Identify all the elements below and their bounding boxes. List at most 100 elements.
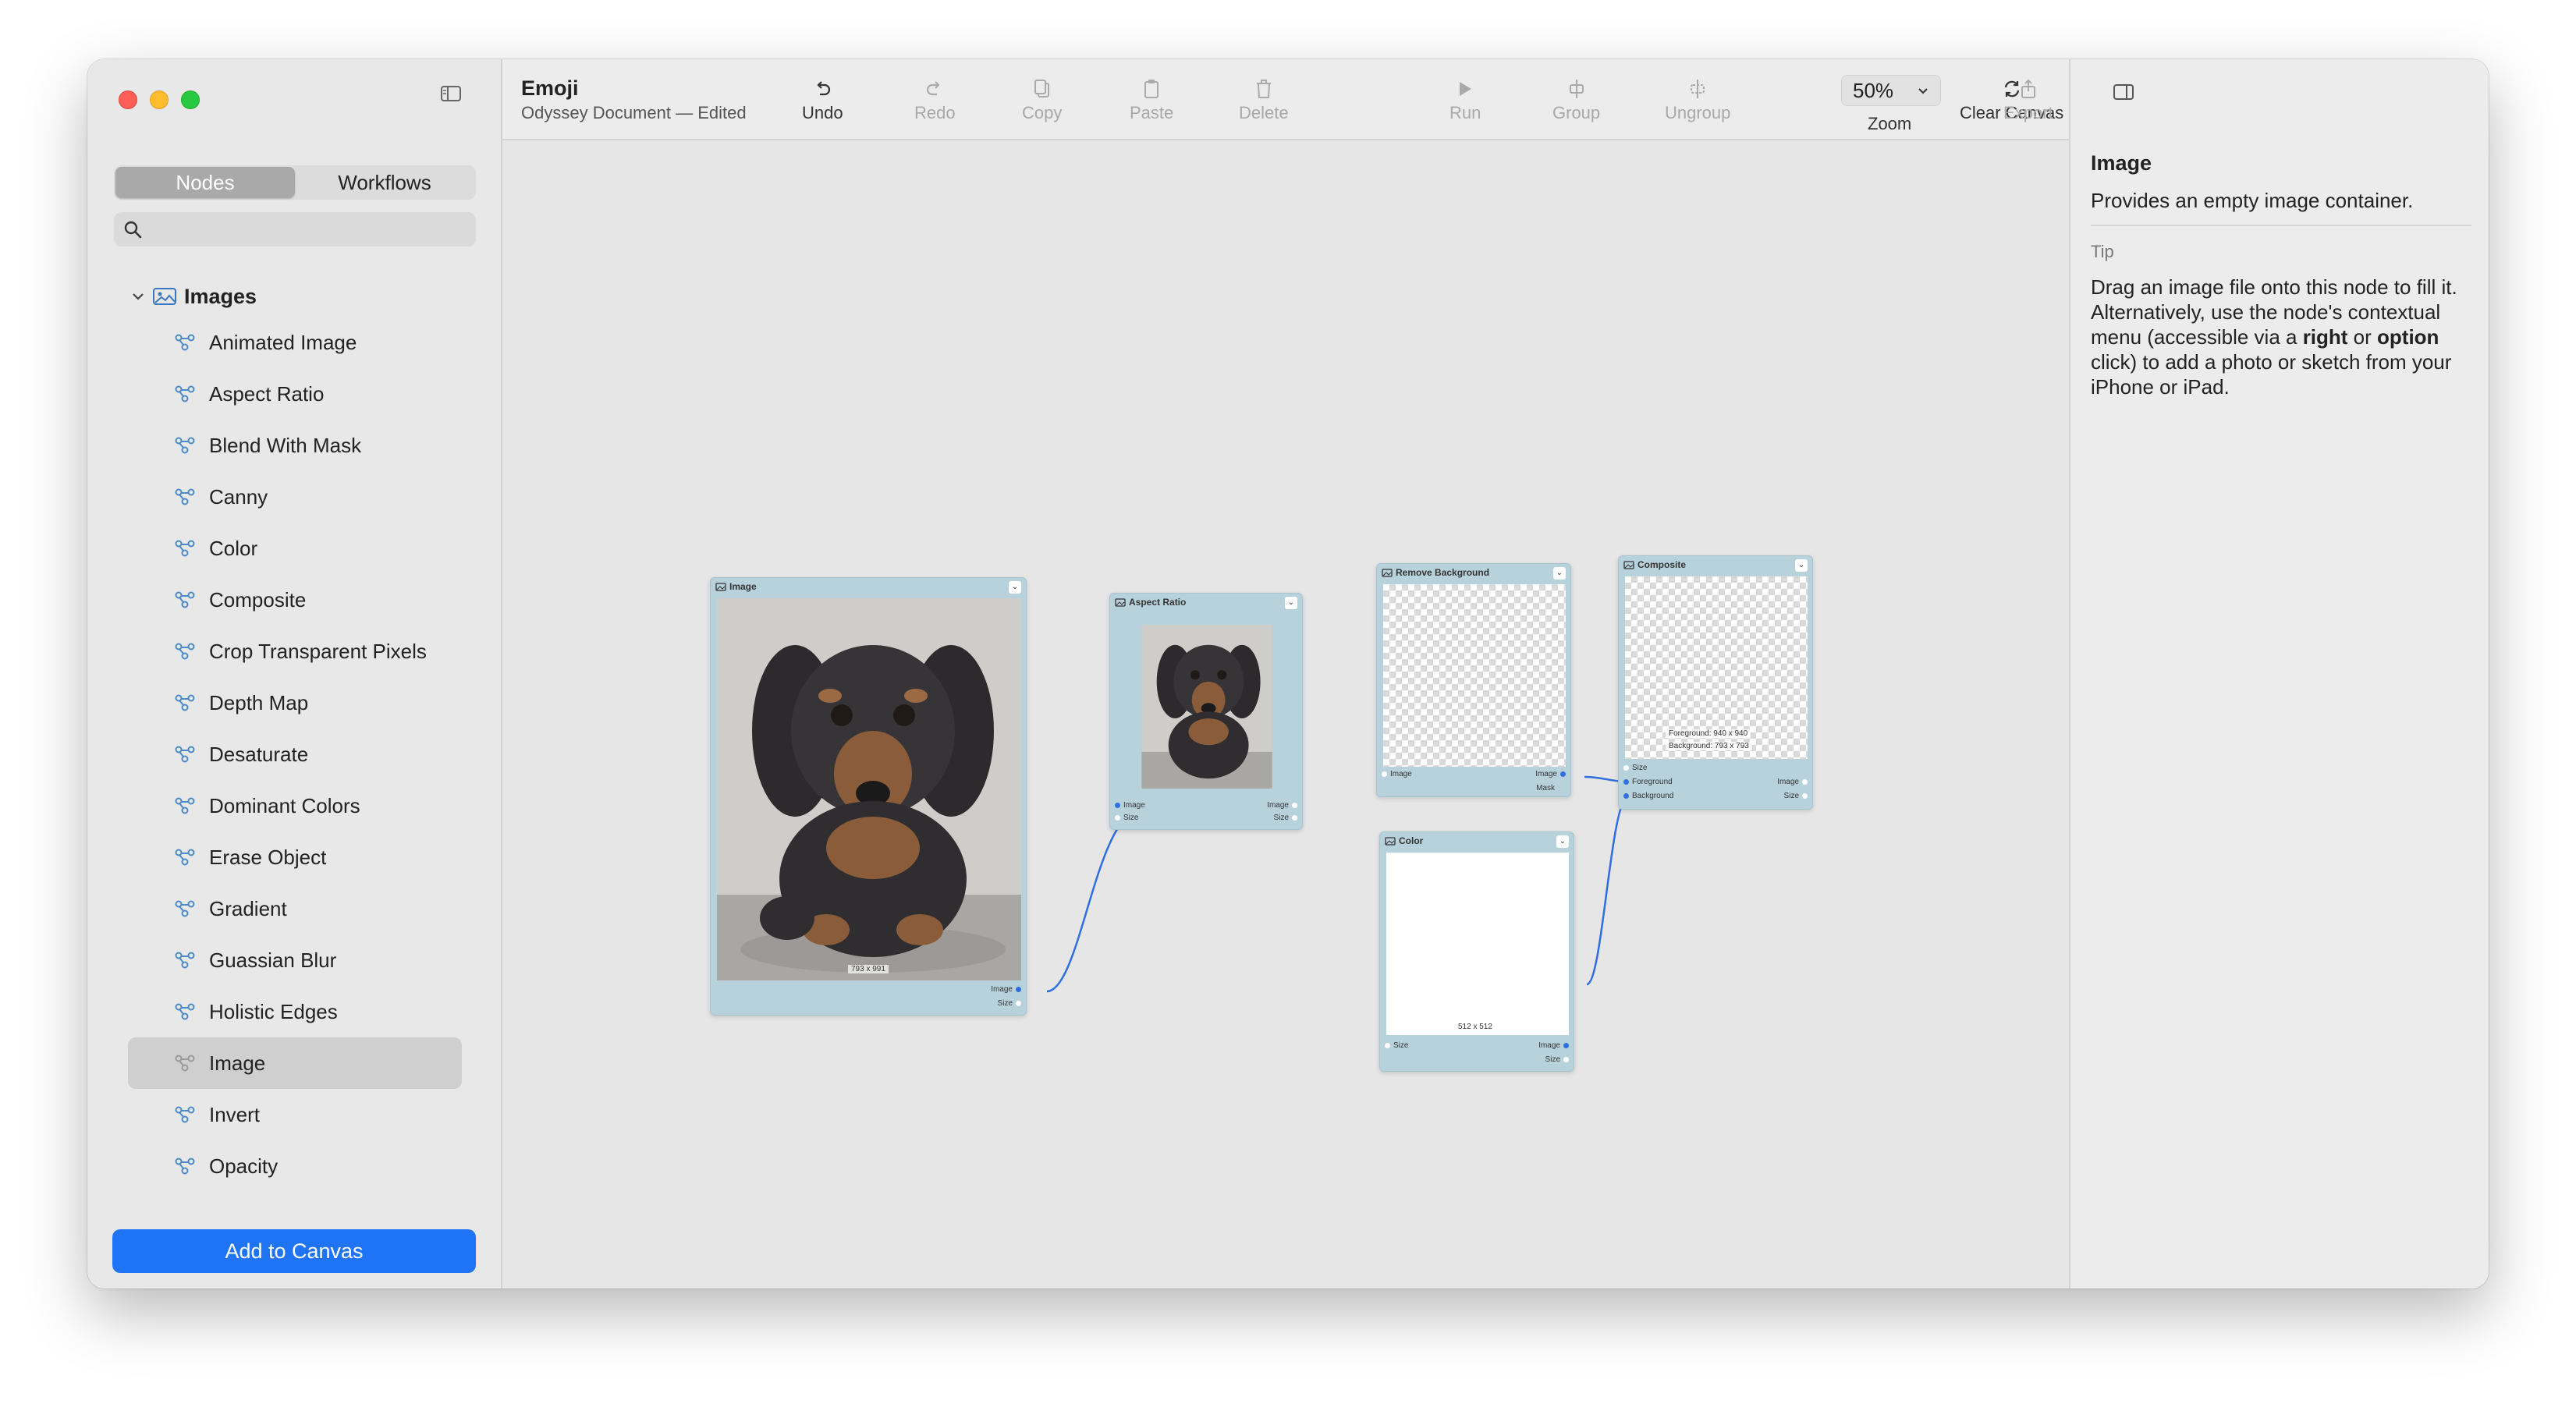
node-menu-button[interactable]: ⌄ [1556, 835, 1569, 848]
tab-nodes[interactable]: Nodes [115, 167, 295, 198]
port-input-foreground[interactable]: Foreground [1623, 778, 1673, 786]
node-image[interactable]: Image ⌄ 793 x 991 Image Size [710, 577, 1027, 1016]
list-item-erase-object[interactable]: Erase Object [128, 831, 462, 883]
image-size-label: 793 x 991 [848, 965, 889, 973]
port-output-image[interactable]: Image [1267, 801, 1297, 810]
undo-button[interactable]: Undo [802, 75, 843, 129]
port-output-size[interactable]: Size [1545, 1055, 1569, 1064]
list-item-blend-with-mask[interactable]: Blend With Mask [128, 420, 462, 471]
port-input-size[interactable]: Size [1115, 814, 1138, 822]
port-dot[interactable] [1382, 771, 1387, 777]
node-remove-background[interactable]: Remove Background ⌄ Image Image Mask [1376, 563, 1571, 797]
list-item-label: Invert [209, 1102, 261, 1126]
run-button[interactable]: Run [1449, 75, 1481, 129]
ungroup-button[interactable]: Ungroup [1665, 75, 1730, 129]
port-label: Image [1535, 770, 1557, 778]
inspector-toggle-icon[interactable] [2113, 83, 2134, 105]
group-images[interactable]: Images [131, 281, 257, 312]
node-menu-button[interactable]: ⌄ [1009, 581, 1021, 594]
port-dot[interactable] [1563, 1043, 1569, 1048]
port-output-size[interactable]: Size [1784, 792, 1808, 800]
list-item-holistic-edges[interactable]: Holistic Edges [128, 986, 462, 1037]
port-output-size[interactable]: Size [1274, 814, 1297, 822]
port-dot[interactable] [1560, 771, 1566, 777]
add-to-canvas-button[interactable]: Add to Canvas [112, 1229, 476, 1273]
port-dot[interactable] [1016, 987, 1021, 992]
port-dot[interactable] [1802, 779, 1808, 785]
minimize-window-button[interactable] [150, 90, 169, 109]
list-item-aspect-ratio[interactable]: Aspect Ratio [128, 368, 462, 420]
list-item-opacity[interactable]: Opacity [128, 1140, 462, 1192]
port-output-mask[interactable]: Mask [1536, 784, 1555, 792]
node-menu-button[interactable]: ⌄ [1285, 597, 1297, 609]
port-input-image[interactable]: Image [1115, 801, 1145, 810]
node-canvas[interactable]: Image ⌄ 793 x 991 Image Size Aspect Rati… [502, 140, 2069, 1289]
list-item-desaturate[interactable]: Desaturate [128, 729, 462, 780]
port-label: Size [1393, 1041, 1409, 1050]
node-icon [175, 900, 195, 917]
node-icon [175, 1158, 195, 1175]
port-dot[interactable] [1623, 779, 1629, 785]
chevron-down-icon[interactable] [131, 291, 145, 302]
port-dot[interactable] [1016, 1001, 1021, 1006]
port-dot[interactable] [1563, 1057, 1569, 1062]
list-item-depth-map[interactable]: Depth Map [128, 677, 462, 729]
list-item-composite[interactable]: Composite [128, 574, 462, 626]
port-dot[interactable] [1292, 803, 1297, 808]
port-label: Image [991, 985, 1013, 994]
port-input-image[interactable]: Image [1382, 770, 1412, 778]
node-color[interactable]: Color ⌄ 512 x 512 Size Image Size [1379, 831, 1574, 1072]
node-menu-button[interactable]: ⌄ [1553, 567, 1566, 580]
node-composite[interactable]: Composite ⌄ Foreground: 940 x 940 Backgr… [1618, 555, 1813, 810]
list-item-invert[interactable]: Invert [128, 1089, 462, 1140]
list-item-color[interactable]: Color [128, 523, 462, 574]
paste-button[interactable]: Paste [1130, 75, 1173, 129]
port-output-size[interactable]: Size [998, 999, 1021, 1008]
list-item-animated-image[interactable]: Animated Image [128, 317, 462, 368]
port-label: Image [1777, 778, 1799, 786]
port-dot[interactable] [1802, 793, 1808, 799]
list-item-crop-transparent-pixels[interactable]: Crop Transparent Pixels [128, 626, 462, 677]
dog-photo[interactable] [717, 598, 1021, 980]
search-field[interactable] [114, 212, 476, 246]
zoom-select[interactable]: 50% [1841, 75, 1941, 106]
port-label: Size [1545, 1055, 1560, 1064]
port-output-image[interactable]: Image [991, 985, 1021, 994]
port-input-size[interactable]: Size [1385, 1041, 1408, 1050]
list-item-dominant-colors[interactable]: Dominant Colors [128, 780, 462, 831]
list-item-canny[interactable]: Canny [128, 471, 462, 523]
port-output-image[interactable]: Image [1538, 1041, 1569, 1050]
maximize-window-button[interactable] [181, 90, 200, 109]
tip-text: Drag an image file onto this node to fil… [2091, 275, 2465, 399]
close-window-button[interactable] [119, 90, 137, 109]
delete-button[interactable]: Delete [1239, 75, 1289, 129]
list-item-label: Composite [209, 587, 307, 612]
port-input-background[interactable]: Background [1623, 792, 1673, 800]
port-input-size[interactable]: Size [1623, 764, 1647, 772]
export-button[interactable]: Export [2003, 75, 2053, 129]
port-dot[interactable] [1385, 1043, 1390, 1048]
copy-label: Copy [1022, 103, 1063, 122]
port-dot[interactable] [1292, 815, 1297, 821]
port-dot[interactable] [1115, 803, 1120, 808]
list-item-gradient[interactable]: Gradient [128, 883, 462, 934]
node-header: Image [715, 581, 757, 592]
port-dot[interactable] [1623, 793, 1629, 799]
port-output-image[interactable]: Image [1777, 778, 1808, 786]
port-dot[interactable] [1115, 815, 1120, 821]
list-item-label: Canny [209, 484, 268, 509]
node-aspect-ratio[interactable]: Aspect Ratio ⌄ Image Size Image Size [1109, 593, 1303, 830]
tip-label: Tip [2091, 242, 2114, 261]
redo-button[interactable]: Redo [914, 75, 956, 129]
node-menu-button[interactable]: ⌄ [1795, 559, 1808, 572]
tab-workflows[interactable]: Workflows [295, 167, 474, 198]
copy-button[interactable]: Copy [1022, 75, 1062, 129]
list-item-image[interactable]: Image [128, 1037, 462, 1089]
search-input[interactable] [154, 215, 467, 243]
port-output-image[interactable]: Image [1535, 770, 1566, 778]
list-item-label: Desaturate [209, 742, 309, 766]
list-item-guassian-blur[interactable]: Guassian Blur [128, 934, 462, 986]
sidebar-toggle-icon[interactable] [440, 84, 471, 109]
port-dot[interactable] [1623, 765, 1629, 771]
group-button[interactable]: Group [1552, 75, 1600, 129]
